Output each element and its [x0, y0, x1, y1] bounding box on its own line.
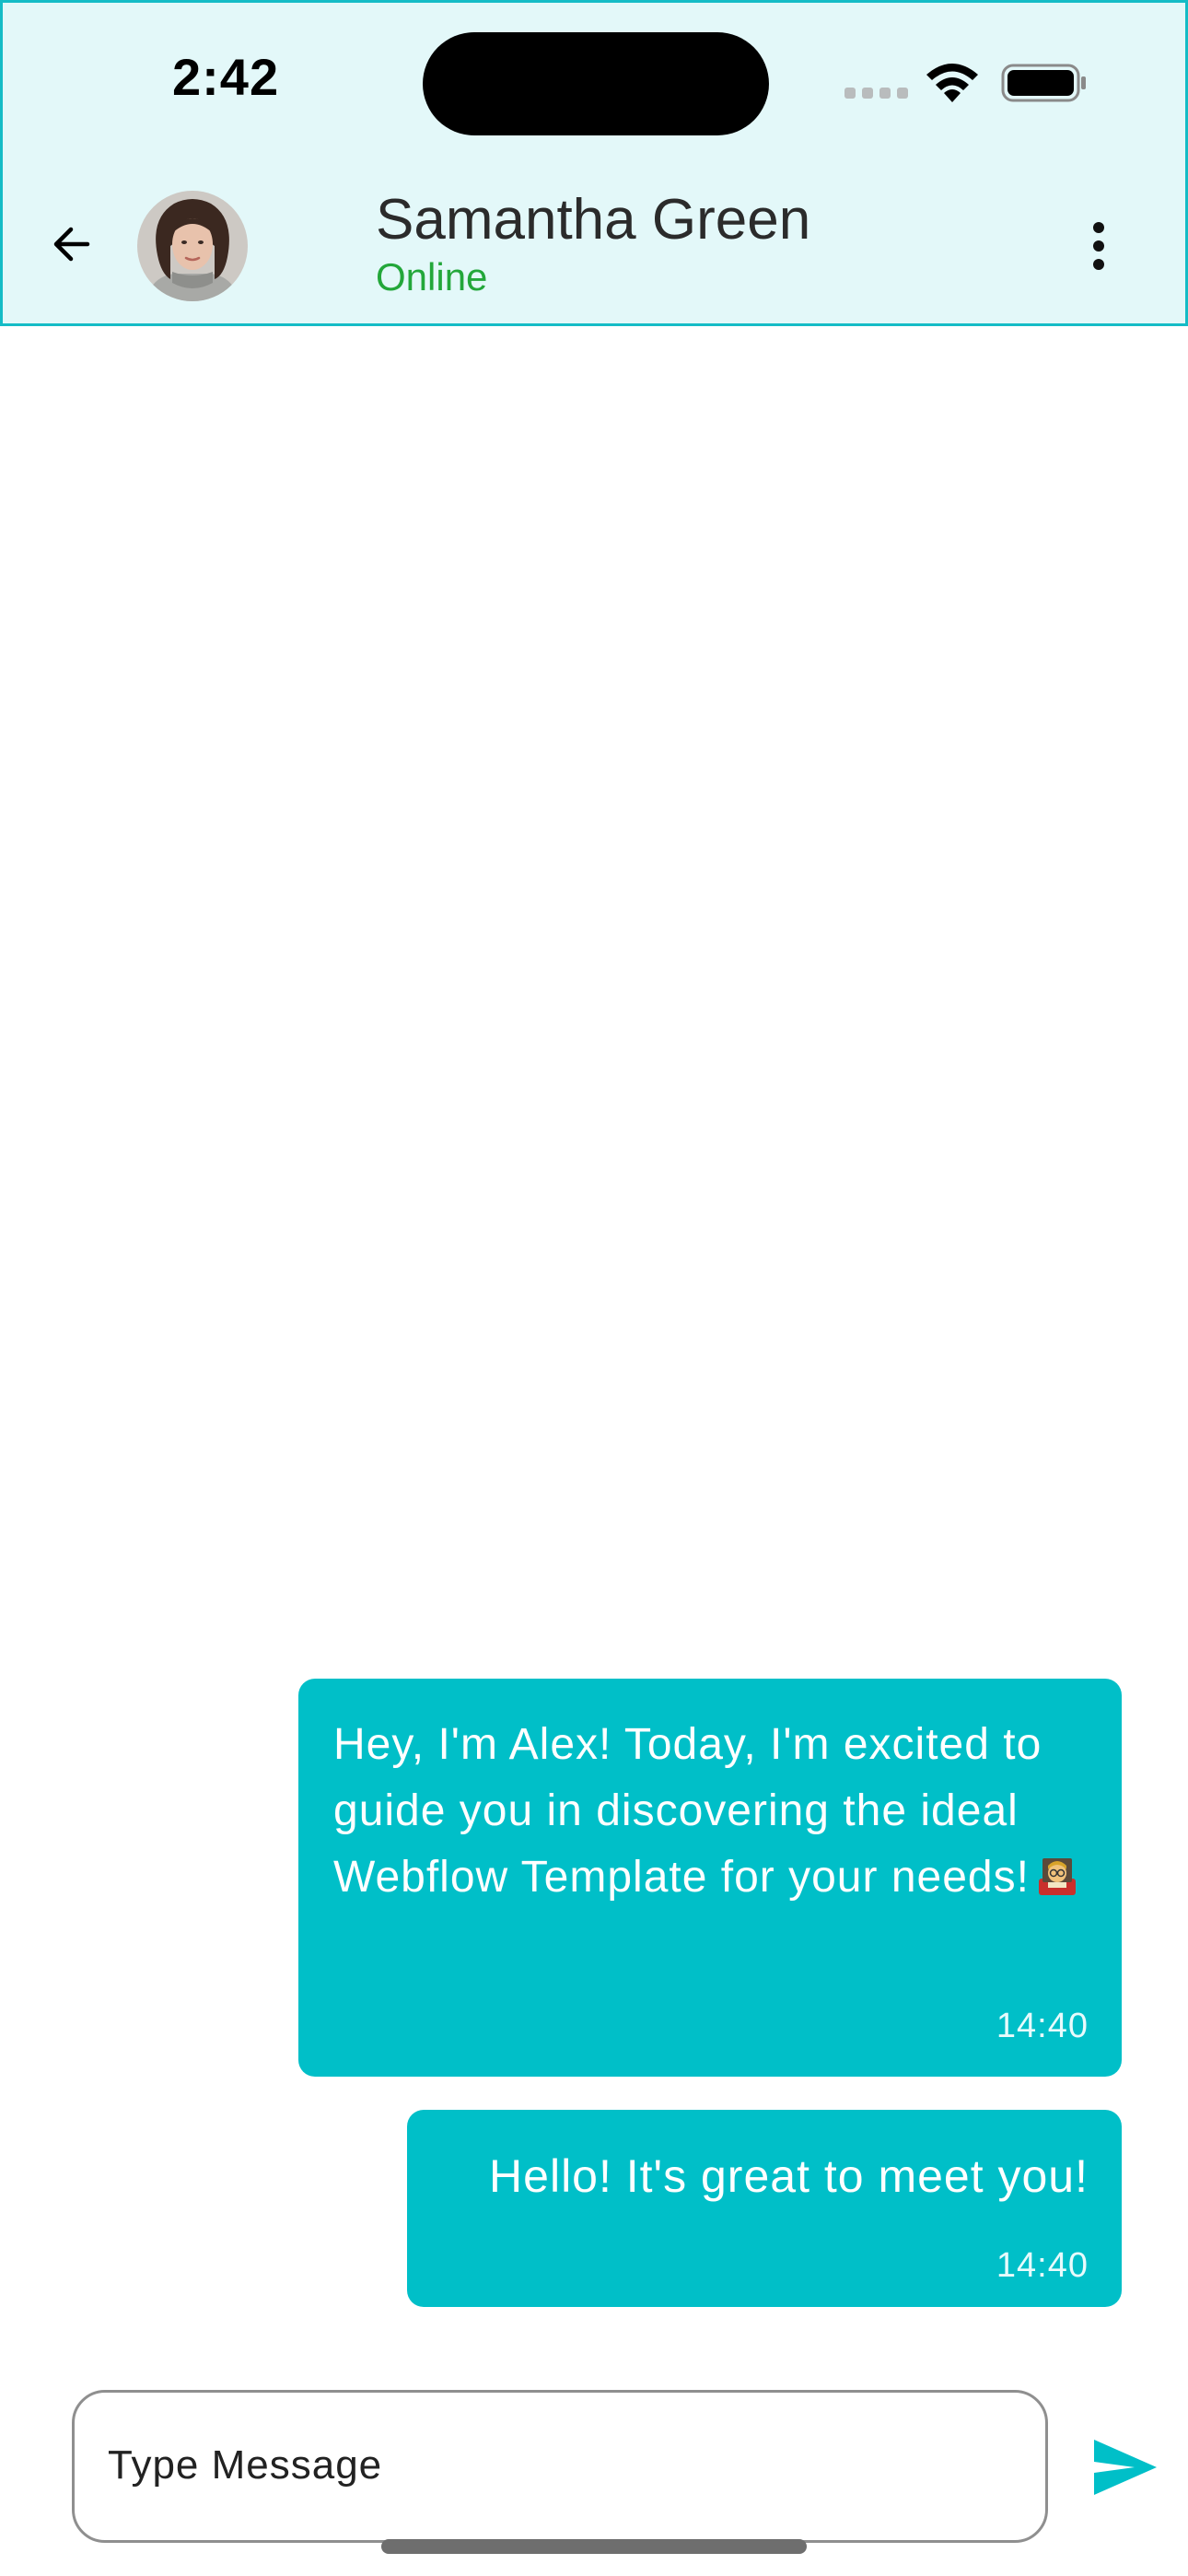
arrow-left-icon [53, 227, 90, 262]
message-bubble-sent[interactable]: Hello! It's great to meet you! 14:40 [407, 2110, 1122, 2307]
battery-icon [1001, 64, 1086, 102]
more-options-button[interactable] [1078, 215, 1119, 275]
more-vertical-icon [1093, 222, 1104, 233]
message-input-placeholder: Type Message [108, 2442, 383, 2488]
home-indicator [381, 2539, 807, 2554]
message-text: Hey, I'm Alex! Today, I'm excited to gui… [333, 1712, 1098, 1911]
contact-name: Samantha Green [376, 188, 811, 252]
wifi-icon [926, 64, 978, 102]
chat-header: 2:42 Samantha Green Online [0, 0, 1188, 326]
chat-screen: 2:42 Samantha Green Online Hey, I'm Alex… [0, 0, 1188, 2576]
avatar-photo [137, 191, 248, 301]
contact-avatar[interactable] [137, 191, 248, 301]
back-button[interactable] [43, 217, 99, 272]
message-input[interactable]: Type Message [72, 2390, 1048, 2543]
message-bubble-sent[interactable]: Hey, I'm Alex! Today, I'm excited to gui… [298, 1679, 1122, 2077]
cellular-signal-icon [844, 88, 909, 102]
teacher-emoji-icon [1038, 1858, 1076, 1895]
message-text: Hello! It's great to meet you! [489, 2150, 1089, 2202]
send-icon [1094, 2440, 1157, 2495]
contact-online-status: Online [376, 255, 488, 299]
message-timestamp: 14:40 [996, 2007, 1089, 2045]
message-timestamp: 14:40 [996, 2246, 1089, 2285]
send-button[interactable] [1090, 2436, 1160, 2499]
dynamic-island [423, 32, 769, 135]
status-bar-time: 2:42 [172, 48, 280, 106]
